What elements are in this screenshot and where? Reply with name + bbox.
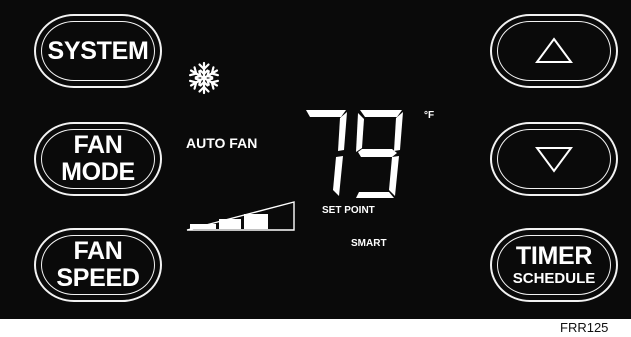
fan-speed-line1: FAN — [73, 237, 123, 265]
fan-speed-bar-graph — [186, 201, 295, 231]
fan-speed-line2: SPEED — [56, 264, 140, 292]
model-number: FRR125 — [560, 320, 609, 335]
timer-line1: TIMER — [515, 242, 593, 270]
triangle-down-icon — [535, 147, 573, 173]
triangle-up-icon — [535, 37, 573, 63]
system-button-label: SYSTEM — [47, 36, 149, 65]
fan-mode-line2: MODE — [61, 158, 135, 186]
timer-schedule-button[interactable]: TIMER SCHEDULE — [490, 228, 618, 302]
fan-mode-indicator: AUTO FAN — [186, 135, 258, 151]
thermostat-panel: SYSTEM FAN MODE FAN SPEED TIMER SCHEDULE — [0, 0, 631, 319]
set-point-label: SET POINT — [322, 205, 375, 216]
fan-mode-button[interactable]: FAN MODE — [34, 122, 162, 196]
fan-speed-segment-3 — [244, 214, 268, 229]
fan-speed-segment-2 — [219, 219, 241, 229]
fan-mode-line1: FAN — [73, 131, 123, 159]
smart-label: SMART — [351, 238, 387, 249]
system-button[interactable]: SYSTEM — [34, 14, 162, 88]
timer-line2: SCHEDULE — [512, 270, 596, 287]
temperature-readout — [306, 110, 403, 198]
snowflake-icon — [187, 61, 221, 95]
fan-speed-button[interactable]: FAN SPEED — [34, 228, 162, 302]
temperature-up-button[interactable] — [490, 14, 618, 88]
fan-speed-segment-1 — [190, 224, 216, 229]
temperature-down-button[interactable] — [490, 122, 618, 196]
temperature-unit: °F — [424, 110, 435, 121]
